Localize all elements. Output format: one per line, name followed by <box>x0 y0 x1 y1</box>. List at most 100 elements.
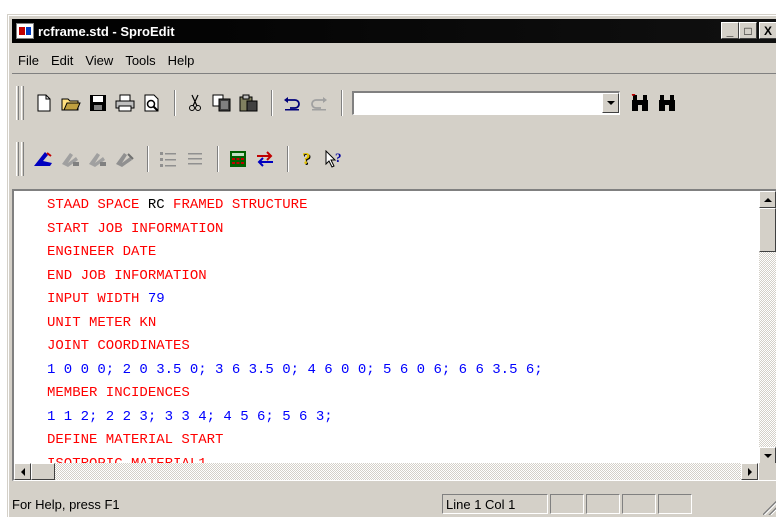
code-token: DEFINE MATERIAL START <box>47 432 224 448</box>
window-controls: _ □ X <box>721 22 776 39</box>
toolbar-grip[interactable] <box>21 142 24 176</box>
status-panel-empty <box>550 494 584 514</box>
code-line: END JOB INFORMATION <box>47 265 543 289</box>
vertical-scroll-thumb[interactable] <box>759 208 776 252</box>
find-combo[interactable] <box>352 91 620 115</box>
menu-bar: File Edit View Tools Help <box>12 49 200 71</box>
horizontal-scrollbar[interactable] <box>14 463 758 480</box>
horizontal-scroll-thumb[interactable] <box>31 463 55 480</box>
code-token: 1 1 2; 2 2 3; 3 3 4; 4 5 6; 5 6 3; <box>47 408 333 425</box>
scroll-right-button[interactable] <box>741 463 758 480</box>
status-panel-empty <box>622 494 656 514</box>
toolbar-separator <box>271 90 273 116</box>
copy-icon[interactable] <box>210 91 234 115</box>
status-bar: For Help, press F1 Line 1 Col 1 <box>12 493 776 515</box>
scroll-left-button[interactable] <box>14 463 31 480</box>
toolbar-separator <box>174 90 176 116</box>
code-line: INPUT WIDTH 79 <box>47 288 543 312</box>
list-icon[interactable] <box>183 147 207 171</box>
code-text-area[interactable]: STAAD SPACE RC FRAMED STRUCTURE START JOB… <box>47 194 543 476</box>
context-help-icon[interactable]: ? <box>323 147 347 171</box>
help-icon[interactable]: ?? <box>296 147 320 171</box>
numbered-list-icon[interactable] <box>156 147 180 171</box>
toolbar-grip[interactable] <box>16 86 19 120</box>
standard-toolbar <box>12 84 682 122</box>
toolbar-separator <box>217 146 219 172</box>
close-button[interactable]: X <box>759 22 776 39</box>
status-panel-empty <box>586 494 620 514</box>
paste-icon[interactable] <box>237 91 261 115</box>
menu-edit[interactable]: Edit <box>45 53 79 68</box>
scrollbar-corner <box>759 463 776 480</box>
resize-grip[interactable] <box>763 501 776 515</box>
toolbar-separator <box>147 146 149 172</box>
toolbar-grip[interactable] <box>21 86 24 120</box>
code-line: ENGINEER DATE <box>47 241 543 265</box>
code-line: 1 0 0 0; 2 0 3.5 0; 3 6 3.5 0; 4 6 0 0; … <box>47 359 543 383</box>
cut-icon[interactable] <box>183 91 207 115</box>
status-panel-empty <box>658 494 692 514</box>
toolbar-area: ?? ? <box>12 73 776 189</box>
print-preview-icon[interactable] <box>140 91 164 115</box>
app-icon[interactable] <box>16 23 34 39</box>
menu-help[interactable]: Help <box>162 53 201 68</box>
arrow-left-icon <box>20 467 25 476</box>
code-line: DEFINE MATERIAL START <box>47 429 543 453</box>
calculator-icon[interactable] <box>226 147 250 171</box>
code-line: STAAD SPACE RC FRAMED STRUCTURE <box>47 194 543 218</box>
redo-icon[interactable] <box>307 91 331 115</box>
save-icon[interactable] <box>86 91 110 115</box>
code-token: 79 <box>147 291 165 307</box>
maximize-button[interactable]: □ <box>739 22 757 39</box>
code-token: FRAMED STRUCTURE <box>164 197 308 213</box>
toolbar-grip[interactable] <box>16 142 19 176</box>
tool-2-icon[interactable] <box>59 147 83 171</box>
code-token: 1 0 0 0; 2 0 3.5 0; 3 6 3.5 0; 4 6 0 0; … <box>47 361 543 378</box>
arrow-right-icon <box>747 467 752 476</box>
menu-tools[interactable]: Tools <box>119 53 161 68</box>
svg-text:?: ? <box>302 150 311 168</box>
code-editor[interactable]: STAAD SPACE RC FRAMED STRUCTURE START JOB… <box>12 189 776 481</box>
arrow-up-icon <box>763 197 772 202</box>
staad-toolbar: ?? ? <box>12 140 350 178</box>
open-icon[interactable] <box>59 91 83 115</box>
app-window: rcframe.std - SproEdit _ □ X File Edit V… <box>7 14 776 517</box>
toolbar-separator <box>341 90 343 116</box>
code-token: END JOB INFORMATION <box>47 267 207 284</box>
window-title: rcframe.std - SproEdit <box>38 23 175 39</box>
status-help-text: For Help, press F1 <box>12 496 120 512</box>
code-line: JOINT COORDINATES <box>47 335 543 359</box>
code-line: UNIT METER KN <box>47 312 543 336</box>
svg-text:?: ? <box>335 150 342 165</box>
menu-view[interactable]: View <box>79 53 119 68</box>
arrow-down-icon <box>763 453 772 458</box>
new-icon[interactable] <box>32 91 56 115</box>
scroll-down-button[interactable] <box>759 447 776 464</box>
vertical-scrollbar[interactable] <box>759 191 776 464</box>
code-line: START JOB INFORMATION <box>47 218 543 242</box>
title-bar[interactable]: rcframe.std - SproEdit _ □ X <box>12 19 776 43</box>
code-token: RC <box>147 197 165 213</box>
print-icon[interactable] <box>113 91 137 115</box>
find-combo-dropdown-button[interactable] <box>602 93 619 113</box>
tool-3-icon[interactable] <box>86 147 110 171</box>
code-token: INPUT WIDTH <box>47 291 148 307</box>
code-token: MEMBER INCIDENCES <box>47 385 190 401</box>
code-line: MEMBER INCIDENCES <box>47 382 543 406</box>
code-token: JOINT COORDINATES <box>47 338 190 354</box>
code-line: 1 1 2; 2 2 3; 3 3 4; 4 5 6; 5 6 3; <box>47 406 543 430</box>
menu-file[interactable]: File <box>12 53 45 68</box>
swap-icon[interactable] <box>253 147 277 171</box>
tool-4-icon[interactable] <box>113 147 137 171</box>
run-analysis-icon[interactable] <box>32 147 56 171</box>
code-token: ENGINEER DATE <box>47 244 157 260</box>
scroll-up-button[interactable] <box>759 191 776 208</box>
find-icon[interactable] <box>628 91 652 115</box>
minimize-button[interactable]: _ <box>721 22 739 39</box>
find-next-icon[interactable] <box>655 91 679 115</box>
undo-icon[interactable] <box>280 91 304 115</box>
status-line-col: Line 1 Col 1 <box>442 494 548 514</box>
code-token: UNIT METER KN <box>47 314 157 331</box>
code-token: START JOB INFORMATION <box>47 220 224 237</box>
toolbar-separator <box>287 146 289 172</box>
